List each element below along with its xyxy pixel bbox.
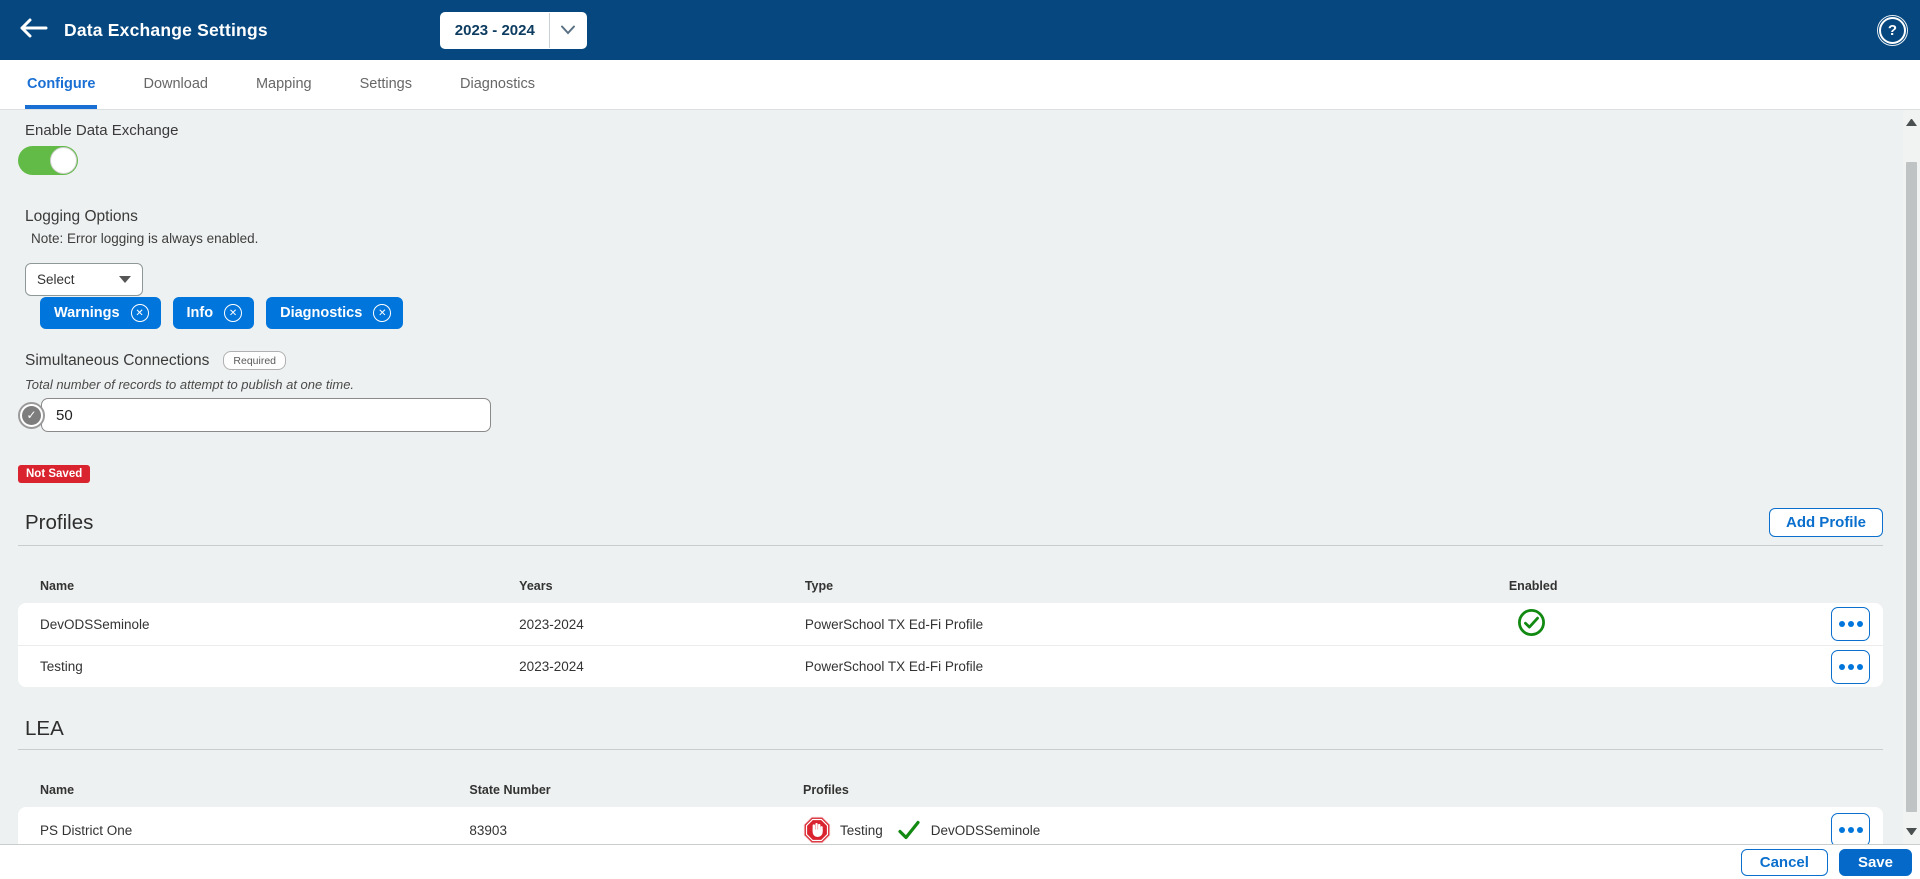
- check-icon: [896, 818, 922, 842]
- lea-table-header: Name State Number Profiles: [18, 780, 1883, 800]
- profile-years: 2023-2024: [519, 617, 805, 632]
- col-state-number: State Number: [469, 783, 803, 797]
- scrollbar-thumb[interactable]: [1906, 162, 1917, 812]
- close-circle-icon[interactable]: ✕: [224, 304, 242, 322]
- table-row: PS District One 83903: [18, 807, 1883, 844]
- logging-select[interactable]: Select: [25, 263, 143, 296]
- tag-diagnostics: Diagnostics ✕: [266, 297, 403, 329]
- question-icon: ?: [1888, 22, 1897, 39]
- stop-hand-icon: [803, 816, 831, 844]
- school-year-selector[interactable]: 2023 - 2024: [440, 12, 587, 49]
- chevron-down-icon: [550, 12, 586, 49]
- vertical-scrollbar[interactable]: [1903, 110, 1920, 844]
- col-name: Name: [40, 783, 469, 797]
- not-saved-badge: Not Saved: [18, 465, 90, 483]
- tag-label: Warnings: [54, 305, 120, 321]
- row-actions-button[interactable]: [1831, 607, 1870, 641]
- required-badge: Required: [223, 351, 286, 370]
- simultaneous-connections-label: Simultaneous Connections: [25, 352, 209, 370]
- lea-section-title: LEA: [25, 717, 64, 741]
- tab-bar: Configure Download Mapping Settings Diag…: [0, 60, 1920, 110]
- divider: [18, 749, 1883, 750]
- save-button[interactable]: Save: [1839, 849, 1912, 876]
- tag-warnings: Warnings ✕: [40, 297, 161, 329]
- lea-profile-name: Testing: [840, 823, 883, 838]
- tab-diagnostics[interactable]: Diagnostics: [458, 60, 537, 109]
- profile-type: PowerSchool TX Ed-Fi Profile: [805, 659, 1509, 674]
- check-circle-icon: [1517, 608, 1807, 640]
- lea-name: PS District One: [40, 823, 469, 838]
- caret-down-icon: [119, 276, 131, 283]
- close-circle-icon[interactable]: ✕: [131, 304, 149, 322]
- row-actions-button[interactable]: [1831, 813, 1870, 844]
- tag-label: Diagnostics: [280, 305, 362, 321]
- scroll-down-icon[interactable]: [1906, 828, 1917, 835]
- logging-select-value: Select: [37, 272, 75, 287]
- main-content: Enable Data Exchange Logging Options Not…: [0, 110, 1920, 844]
- cancel-button[interactable]: Cancel: [1741, 849, 1828, 876]
- col-years: Years: [519, 579, 805, 593]
- valid-checkbox[interactable]: ✓: [18, 402, 45, 429]
- lea-table: PS District One 83903: [18, 807, 1883, 844]
- back-button[interactable]: [16, 13, 50, 47]
- tab-mapping[interactable]: Mapping: [254, 60, 314, 109]
- tag-info: Info ✕: [173, 297, 255, 329]
- enable-data-exchange-label: Enable Data Exchange: [25, 122, 1883, 139]
- page-title: Data Exchange Settings: [64, 20, 268, 41]
- back-arrow-icon: [18, 17, 48, 44]
- profile-name: DevODSSeminole: [40, 617, 519, 632]
- col-name: Name: [40, 579, 519, 593]
- enable-data-exchange-toggle[interactable]: [18, 146, 78, 175]
- profile-name: Testing: [40, 659, 519, 674]
- add-profile-button[interactable]: Add Profile: [1769, 508, 1883, 537]
- profile-years: 2023-2024: [519, 659, 805, 674]
- simultaneous-connections-input[interactable]: [41, 398, 491, 432]
- profiles-section-title: Profiles: [25, 511, 93, 535]
- app-header: Data Exchange Settings 2023 - 2024 ?: [0, 0, 1920, 60]
- school-year-value: 2023 - 2024: [441, 22, 549, 39]
- divider: [18, 545, 1883, 546]
- logging-note: Note: Error logging is always enabled.: [31, 231, 1883, 246]
- lea-state-number: 83903: [469, 823, 803, 838]
- profiles-table: DevODSSeminole 2023-2024 PowerSchool TX …: [18, 603, 1883, 687]
- profiles-table-header: Name Years Type Enabled: [18, 576, 1883, 596]
- logging-tags: Warnings ✕ Info ✕ Diagnostics ✕: [40, 297, 1883, 329]
- tab-settings[interactable]: Settings: [358, 60, 414, 109]
- tab-configure[interactable]: Configure: [25, 60, 97, 109]
- logging-options-label: Logging Options: [25, 208, 1883, 226]
- profile-type: PowerSchool TX Ed-Fi Profile: [805, 617, 1509, 632]
- simultaneous-connections-help: Total number of records to attempt to pu…: [25, 377, 1883, 392]
- tag-label: Info: [187, 305, 214, 321]
- col-enabled: Enabled: [1509, 579, 1807, 593]
- row-actions-button[interactable]: [1831, 650, 1870, 684]
- help-button[interactable]: ?: [1879, 17, 1906, 44]
- lea-profile-name: DevODSSeminole: [931, 823, 1041, 838]
- col-type: Type: [805, 579, 1509, 593]
- table-row: DevODSSeminole 2023-2024 PowerSchool TX …: [18, 603, 1883, 645]
- scroll-up-icon[interactable]: [1906, 119, 1917, 126]
- close-circle-icon[interactable]: ✕: [373, 304, 391, 322]
- col-profiles: Profiles: [803, 783, 1807, 797]
- tab-download[interactable]: Download: [141, 60, 210, 109]
- footer-action-bar: Cancel Save: [0, 844, 1920, 879]
- toggle-knob: [50, 147, 77, 174]
- table-row: Testing 2023-2024 PowerSchool TX Ed-Fi P…: [18, 645, 1883, 687]
- check-icon: ✓: [22, 406, 41, 425]
